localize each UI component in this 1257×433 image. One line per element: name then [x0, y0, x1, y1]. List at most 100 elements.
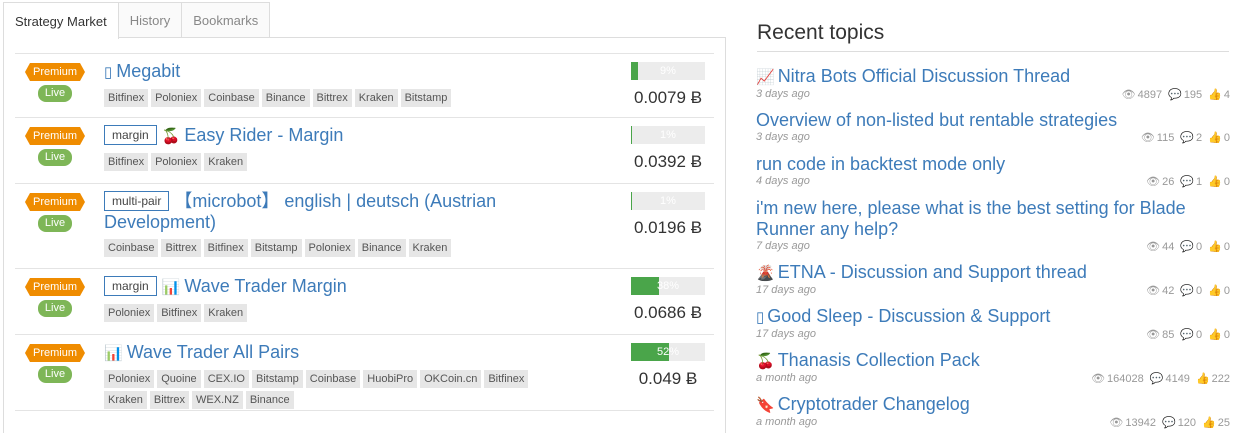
- square-icon: ▯: [104, 64, 113, 81]
- exchange-tag: Bitfinex: [104, 89, 149, 107]
- topic-title[interactable]: i'm new here, please what is the best se…: [756, 198, 1230, 240]
- topic-title[interactable]: 🌋 ETNA - Discussion and Support thread: [756, 262, 1230, 284]
- bar-chart-icon: 📊: [104, 345, 123, 362]
- progress-label: 1%: [660, 195, 676, 207]
- strategy-title[interactable]: multi-pair 【microbot】 english | deutsch (…: [104, 191, 534, 233]
- strategy-row[interactable]: Premium Live multi-pair 【microbot】 english …: [15, 183, 714, 268]
- topic-title-text[interactable]: Overview of non-listed but rentable stra…: [756, 110, 1117, 130]
- topic-stats: 👁 26 💬 1 👍 0: [1146, 175, 1230, 188]
- strategy-row[interactable]: Premium Live ▯ Megabit Bitfinex Poloniex Coinb…: [15, 53, 714, 117]
- thumbs-up-icon: 👍: [1195, 373, 1210, 385]
- topic-title[interactable]: 🔖 Cryptotrader Changelog: [756, 394, 1230, 416]
- likes-count: 👍 25: [1202, 417, 1230, 429]
- topic-title-text[interactable]: run code in backtest mode only: [756, 154, 1005, 174]
- price: 0.049 Ƀ: [638, 369, 698, 388]
- strategy-row[interactable]: Premium Live margin 📊 Wave Trader Margin Polo…: [15, 268, 714, 334]
- strategy-row[interactable]: Premium Live 📊 Wave Trader All Pairs Polonie…: [15, 334, 714, 410]
- eye-icon: 👁: [1091, 373, 1106, 385]
- likes-count: 👍 0: [1208, 176, 1230, 188]
- views-count: 👁 44: [1146, 241, 1175, 253]
- exchange-list: Coinbase Bittrex Bitfinex Bitstamp Poloniex B…: [104, 239, 534, 257]
- progress-bar: 1%: [631, 126, 705, 144]
- strategy-content: multi-pair 【microbot】 english | deutsch (…: [104, 191, 534, 257]
- progress-bar: 9%: [631, 62, 705, 80]
- topic-title[interactable]: Overview of non-listed but rentable stra…: [756, 110, 1230, 131]
- live-badge: Live: [37, 149, 73, 166]
- comment-icon: 💬: [1168, 89, 1182, 101]
- comment-icon: 💬: [1180, 241, 1195, 253]
- badges: Premium Live: [23, 127, 87, 166]
- strategy-name[interactable]: Wave Trader All Pairs: [127, 342, 299, 362]
- exchange-tag: WEX.NZ: [192, 391, 243, 409]
- topic-item[interactable]: 🌋 ETNA - Discussion and Support thread 17 …: [756, 262, 1230, 297]
- tab-strategy-market[interactable]: Strategy Market: [3, 2, 119, 39]
- exchange-tag: Coinbase: [305, 370, 361, 388]
- tab-history[interactable]: History: [117, 2, 183, 38]
- exchange-list: Poloniex Quoine CEX.IO Bitstamp Coinbase Huob…: [104, 370, 534, 409]
- replies-count: 💬 120: [1161, 417, 1197, 429]
- live-badge: Live: [37, 300, 73, 317]
- exchange-tag: Bitfinex: [157, 304, 202, 322]
- comment-icon: 💬: [1180, 285, 1195, 297]
- likes-count: 👍 222: [1195, 373, 1230, 385]
- topic-item[interactable]: 🍒 Thanasis Collection Pack a month ago 👁 164…: [756, 350, 1230, 385]
- strategy-content: 📊 Wave Trader All Pairs Poloniex Quoine CEX.…: [104, 342, 534, 409]
- topic-item[interactable]: 📈 Nitra Bots Official Discussion Thread 3 …: [756, 66, 1230, 101]
- strategy-stats: 1% 0.0392 Ƀ: [631, 126, 705, 172]
- views-count: 👁 42: [1146, 285, 1175, 297]
- premium-badge: Premium: [25, 127, 85, 145]
- exchange-tag: Coinbase: [104, 239, 159, 257]
- strategy-row[interactable]: Premium Live margin 🍒 Easy Rider - Margin Bit…: [15, 117, 714, 183]
- topic-stats: 👁 115 💬 2 👍 0: [1141, 131, 1230, 144]
- badges: Premium Live: [23, 278, 87, 317]
- price: 0.0392 Ƀ: [633, 152, 703, 171]
- topic-title-text[interactable]: Thanasis Collection Pack: [778, 350, 980, 370]
- topic-title[interactable]: 📈 Nitra Bots Official Discussion Thread: [756, 66, 1230, 88]
- exchange-tag: HuobiPro: [363, 370, 418, 388]
- strategy-name[interactable]: Megabit: [116, 61, 180, 81]
- topic-item[interactable]: 🔖 Cryptotrader Changelog a month ago 👁 13942…: [756, 394, 1230, 429]
- strategy-name[interactable]: Wave Trader Margin: [184, 276, 346, 296]
- strategy-name[interactable]: Easy Rider - Margin: [184, 125, 343, 145]
- topic-title[interactable]: 🍒 Thanasis Collection Pack: [756, 350, 1230, 372]
- exchange-tag: Kraken: [408, 239, 452, 257]
- strategy-title[interactable]: ▯ Megabit: [104, 61, 534, 83]
- topic-item[interactable]: Overview of non-listed but rentable stra…: [756, 110, 1230, 144]
- topic-item[interactable]: run code in backtest mode only 4 days ago…: [756, 154, 1230, 188]
- views-count: 👁 85: [1146, 329, 1175, 341]
- exchange-tag: Bitfinex: [203, 239, 248, 257]
- strategy-title[interactable]: 📊 Wave Trader All Pairs: [104, 342, 534, 364]
- strategy-title[interactable]: margin 📊 Wave Trader Margin: [104, 276, 534, 298]
- exchange-tag: Bitstamp: [400, 89, 452, 107]
- eye-icon: 👁: [1146, 176, 1161, 188]
- replies-count: 💬 0: [1180, 241, 1203, 253]
- chart-icon: 📈: [756, 69, 775, 86]
- topic-title-text[interactable]: i'm new here, please what is the best se…: [756, 198, 1186, 239]
- topic-item[interactable]: i'm new here, please what is the best se…: [756, 198, 1230, 253]
- likes-count: 👍 4: [1208, 89, 1230, 101]
- topic-title-text[interactable]: ETNA - Discussion and Support thread: [778, 262, 1087, 282]
- progress-label: 1%: [660, 129, 676, 141]
- progress-bar: 38%: [631, 277, 705, 295]
- topic-title[interactable]: ▯ Good Sleep - Discussion & Support: [756, 306, 1230, 328]
- exchange-tag: Poloniex: [304, 239, 355, 257]
- bar-chart-icon: 📊: [161, 279, 181, 296]
- replies-count: 💬 2: [1180, 132, 1203, 144]
- replies-count: 💬 4149: [1149, 373, 1190, 385]
- price: 0.0079 Ƀ: [633, 88, 703, 107]
- exchange-tag: Bitfinex: [484, 370, 529, 388]
- topic-title-text[interactable]: Good Sleep - Discussion & Support: [767, 306, 1050, 326]
- strategy-stats: 9% 0.0079 Ƀ: [631, 62, 705, 108]
- strategy-title[interactable]: margin 🍒 Easy Rider - Margin: [104, 125, 534, 147]
- topic-title-text[interactable]: Cryptotrader Changelog: [778, 394, 970, 414]
- replies-count: 💬 0: [1180, 329, 1203, 341]
- tab-bookmarks[interactable]: Bookmarks: [181, 2, 271, 38]
- topic-item[interactable]: ▯ Good Sleep - Discussion & Support 17 day…: [756, 306, 1230, 341]
- recent-topics-title: Recent topics: [757, 21, 885, 44]
- badges: Premium Live: [23, 344, 87, 383]
- topic-title[interactable]: run code in backtest mode only: [756, 154, 1230, 175]
- thumbs-up-icon: 👍: [1208, 89, 1222, 101]
- topic-title-text[interactable]: Nitra Bots Official Discussion Thread: [778, 66, 1070, 86]
- exchange-tag: Bittrex: [149, 391, 190, 409]
- exchange-tag: Kraken: [354, 89, 398, 107]
